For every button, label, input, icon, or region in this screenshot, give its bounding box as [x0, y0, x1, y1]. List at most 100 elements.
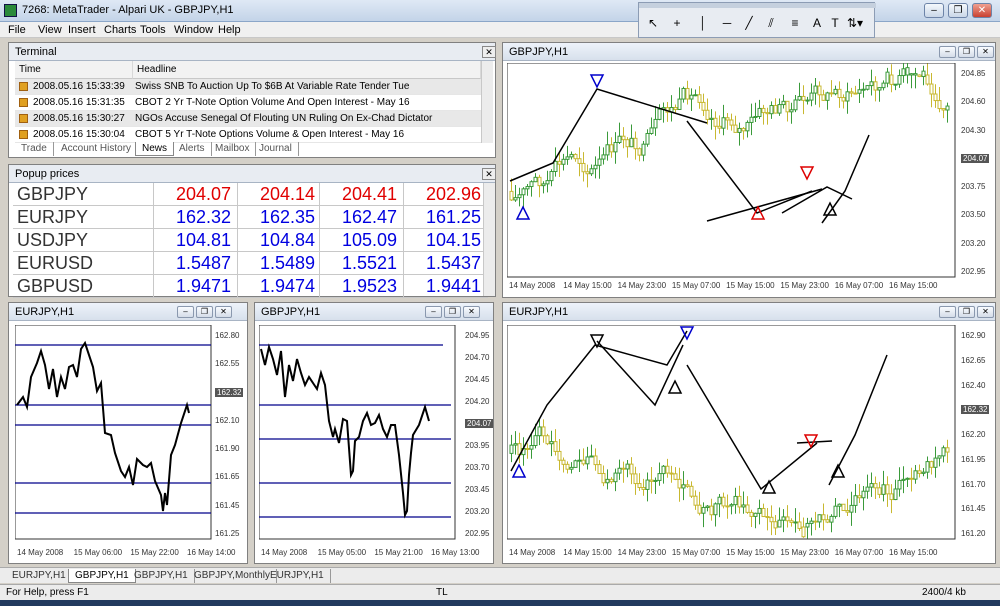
toolbar-grip[interactable]: [639, 3, 876, 8]
tab-gbpjpy-h1[interactable]: GBPJPY,H1: [128, 569, 195, 583]
candle-body: [925, 461, 930, 473]
candle-body: [937, 455, 942, 459]
vertical-line-icon[interactable]: │: [693, 14, 713, 32]
candle-body: [925, 74, 930, 85]
tab-eurjpy-h1[interactable]: EURJPY,H1: [6, 569, 73, 583]
menu-file[interactable]: File: [8, 24, 26, 36]
candle-body: [781, 100, 786, 106]
news-row[interactable]: 2008.05.16 15:31:35 CBOT 2 Yr T-Note Opti…: [15, 95, 481, 111]
price-row[interactable]: EURUSD 1.5487 1.5489 1.5521 1.5437: [13, 252, 488, 275]
price-bid: 1.5487: [175, 253, 231, 273]
tab-trade[interactable]: Trade: [15, 142, 54, 156]
candle-body: [545, 435, 550, 445]
channel-icon[interactable]: ⫽: [761, 14, 781, 32]
news-scrollbar[interactable]: [481, 61, 493, 143]
chart-canvas[interactable]: [507, 325, 993, 543]
text-label-icon[interactable]: T: [825, 14, 845, 32]
chart-minimize-icon[interactable]: –: [425, 306, 442, 318]
chart-close-icon[interactable]: ✕: [977, 306, 994, 318]
menu-view[interactable]: View: [38, 24, 62, 36]
price-axis: 162.90 162.65 162.40 162.32 162.20 161.95 161.…: [959, 325, 995, 539]
candle-body: [745, 121, 750, 132]
menu-tools[interactable]: Tools: [140, 24, 166, 36]
tab-news[interactable]: News: [135, 142, 175, 156]
column-headline[interactable]: Headline: [133, 61, 481, 79]
candle-body: [877, 487, 882, 495]
popup-close-icon[interactable]: ✕: [482, 168, 496, 180]
candle-body: [889, 493, 894, 501]
price-tick: 204.30: [961, 125, 986, 135]
candle-body: [801, 95, 806, 101]
candle-body: [869, 81, 874, 87]
candle-body: [629, 137, 634, 148]
chart-canvas[interactable]: [259, 325, 491, 543]
candle-body: [929, 83, 934, 95]
tab-journal[interactable]: Journal: [253, 142, 299, 156]
symbol-label: EURUSD: [17, 253, 94, 273]
candle-body: [845, 91, 850, 102]
tab-eurjpy-h1-2[interactable]: EURJPY,H1: [264, 569, 331, 583]
candle-body: [625, 139, 630, 148]
chart-canvas[interactable]: [507, 63, 993, 297]
price-row[interactable]: EURJPY 162.32 162.35 162.47 161.25: [13, 206, 488, 229]
candle-body: [641, 487, 646, 490]
candle-body: [681, 87, 686, 100]
menu-charts[interactable]: Charts: [104, 24, 136, 36]
price-row[interactable]: GBPUSD 1.9471 1.9474 1.9523 1.9441: [13, 275, 488, 298]
news-row[interactable]: 2008.05.16 15:30:04 CBOT 5 Yr T-Note Opti…: [15, 127, 481, 143]
fibonacci-icon[interactable]: ≡: [785, 14, 805, 32]
candle-body: [577, 459, 582, 462]
cursor-icon[interactable]: ↖: [643, 14, 663, 32]
price-ask: 204.14: [259, 184, 315, 204]
candle-body: [905, 477, 910, 480]
crosshair-icon[interactable]: +: [667, 14, 687, 32]
chart-close-icon[interactable]: ✕: [977, 46, 994, 58]
time-tick: 15 May 15:00: [726, 281, 775, 290]
price-tick: 161.45: [961, 504, 986, 514]
chart-minimize-icon[interactable]: –: [939, 46, 956, 58]
news-row[interactable]: 2008.05.16 15:33:39 Swiss SNB To Auction …: [15, 79, 481, 95]
menu-help[interactable]: Help: [218, 24, 241, 36]
close-icon[interactable]: ✕: [972, 3, 992, 18]
candle-body: [597, 464, 602, 475]
trendline-icon[interactable]: ╱: [739, 14, 759, 32]
tab-mailbox[interactable]: Mailbox: [209, 142, 257, 156]
price-row[interactable]: USDJPY 104.81 104.84 105.09 104.15: [13, 229, 488, 252]
tab-alerts[interactable]: Alerts: [173, 142, 212, 156]
column-time[interactable]: Time: [15, 61, 133, 79]
news-row[interactable]: 2008.05.16 15:30:27 NGOs Accuse Senegal O…: [15, 111, 481, 127]
candle-body: [517, 194, 522, 199]
popup-scrollbar[interactable]: [483, 183, 495, 296]
menu-window[interactable]: Window: [174, 24, 213, 36]
chart-restore-icon[interactable]: ❐: [444, 306, 461, 318]
chart-minimize-icon[interactable]: –: [177, 306, 194, 318]
chart-close-icon[interactable]: ✕: [463, 306, 480, 318]
terminal-close-icon[interactable]: ✕: [482, 46, 496, 58]
horizontal-line-icon[interactable]: ─: [717, 14, 737, 32]
time-tick: 16 May 13:00: [431, 548, 480, 557]
menu-insert[interactable]: Insert: [68, 24, 96, 36]
candle-body: [601, 473, 606, 484]
candle-body: [629, 463, 634, 475]
candle-body: [893, 488, 898, 501]
time-tick: 15 May 23:00: [780, 281, 829, 290]
candle-body: [697, 94, 702, 103]
chart-restore-icon[interactable]: ❐: [958, 46, 975, 58]
maximize-icon[interactable]: ❐: [948, 3, 968, 18]
text-icon[interactable]: A: [807, 14, 827, 32]
time-tick: 15 May 05:00: [317, 548, 367, 557]
chart-restore-icon[interactable]: ❐: [958, 306, 975, 318]
chart-title: GBPJPY,H1: [509, 46, 569, 58]
arrows-dropdown-icon[interactable]: ⇅▾: [845, 14, 865, 32]
chart-restore-icon[interactable]: ❐: [196, 306, 213, 318]
price-row[interactable]: GBPJPY 204.07 204.14 204.41 202.96: [13, 183, 488, 206]
minimize-icon[interactable]: –: [924, 3, 944, 18]
candle-body: [777, 519, 782, 528]
candle-body: [565, 156, 570, 160]
chart-minimize-icon[interactable]: –: [939, 306, 956, 318]
candle-body: [621, 135, 626, 141]
tab-account-history[interactable]: Account History: [55, 142, 139, 156]
candle-body: [733, 495, 738, 506]
chart-close-icon[interactable]: ✕: [215, 306, 232, 318]
tab-gbpjpy-h1-active[interactable]: GBPJPY,H1: [68, 569, 136, 583]
